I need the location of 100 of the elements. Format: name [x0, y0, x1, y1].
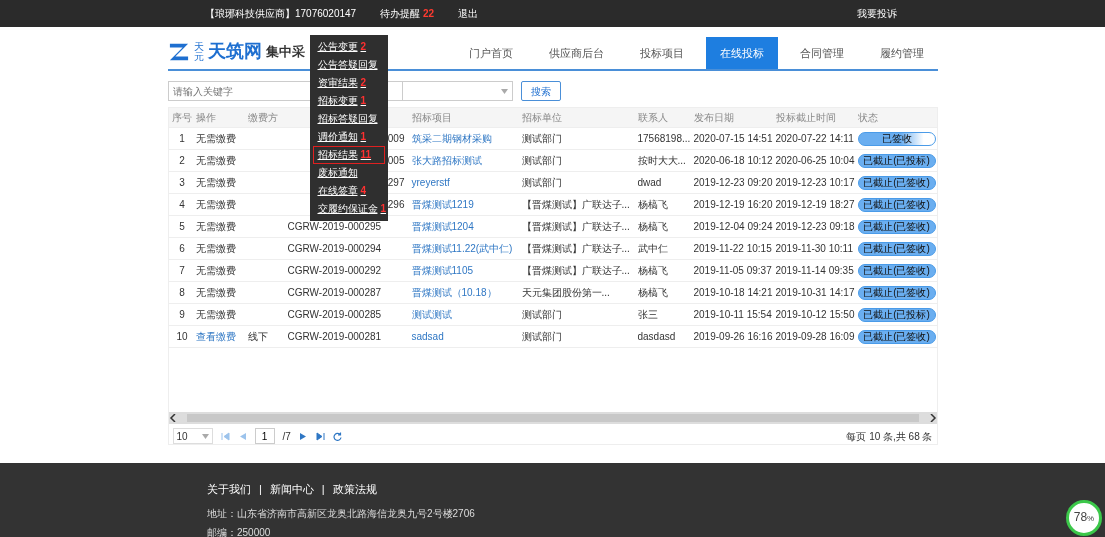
table-cell-text: 2019-11-05 09:37: [692, 264, 773, 278]
filter-select[interactable]: [402, 81, 513, 101]
caret-icon[interactable]: [201, 433, 209, 439]
nav-tab[interactable]: 履约管理: [865, 36, 938, 69]
table-cell-text: 按时大大...: [636, 154, 687, 168]
table-cell-text: 8: [178, 286, 186, 300]
table-cell: 009: [387, 133, 405, 144]
table-cell-text: 2019-11-30 10:11: [774, 242, 854, 256]
scroll-right-icon[interactable]: [928, 414, 937, 422]
table-cell-text: 测试部门: [520, 176, 563, 190]
refresh-icon[interactable]: [332, 431, 342, 441]
status-tag: 已签收: [857, 131, 936, 146]
table-cell-text: 2019-09-28 16:09: [774, 330, 855, 344]
project-link[interactable]: 张大路招标测试: [408, 153, 519, 168]
table-cell-text: 无需缴费: [194, 220, 237, 234]
table-cell-text: 17568198...: [636, 132, 691, 146]
table-cell-text: 2019-12-04 09:24: [692, 220, 773, 234]
address-text: 地址：山东省济南市高新区龙奥北路海信龙奥九号2号楼2706: [207, 506, 475, 521]
nav-tab[interactable]: 门户首页: [454, 36, 527, 69]
column-header: 操作: [195, 112, 216, 123]
menu-item[interactable]: 调价通知 1: [312, 128, 385, 146]
table-cell-text: 9: [178, 308, 186, 322]
footer-link[interactable]: 关于我们: [207, 481, 251, 498]
project-link[interactable]: sadsad: [408, 329, 519, 344]
table-cell-text: 【晋煤测试】广联达子...: [520, 264, 631, 278]
column-header: 招标项目: [411, 112, 452, 123]
project-link[interactable]: 晋煤测试11.22(武中仁): [408, 241, 519, 256]
table-cell-text: 3: [178, 176, 186, 190]
table-cell-text: 2020-06-25 10:04: [774, 154, 855, 168]
caret-icon[interactable]: [500, 88, 508, 94]
status-tag: 已截止(已投标): [857, 307, 936, 322]
table-cell-text: 测试部门: [520, 154, 563, 168]
menu-item[interactable]: 废标通知: [312, 164, 385, 182]
search-button[interactable]: 搜索: [520, 81, 561, 101]
table-cell-text: 2019-10-18 14:21: [692, 286, 773, 300]
project-link[interactable]: 晋煤测试（10.18）: [408, 285, 519, 300]
table-cell: 005: [387, 155, 405, 166]
todo-link[interactable]: 待办提醒 22: [380, 6, 435, 21]
footer-link[interactable]: 政策法规: [332, 481, 377, 498]
table-cell-text: 无需缴费: [194, 308, 237, 322]
table-cell-text: 2019-09-26 16:16: [692, 330, 773, 344]
table-cell-text: 2020-07-15 14:51: [692, 132, 773, 146]
table-cell-text: 无需缴费: [194, 198, 237, 212]
scroll-left-icon[interactable]: [168, 414, 177, 422]
table-cell-text: 2019-11-14 09:35: [774, 264, 855, 278]
menu-item[interactable]: 交履约保证金 1: [312, 200, 385, 218]
table-cell-text: 2019-10-31 14:17: [774, 286, 855, 300]
menu-item[interactable]: 招标结果 11: [312, 146, 385, 164]
status-tag: 已截止(已投标): [857, 153, 936, 168]
logout-link[interactable]: 退出: [458, 6, 479, 21]
table-cell-text: 测试部门: [520, 330, 563, 344]
column-header: 发布日期: [693, 112, 734, 123]
project-link[interactable]: 晋煤测试1204: [408, 219, 519, 234]
table-cell-text: 2019-10-12 15:50: [774, 308, 855, 322]
last-page-icon[interactable]: [315, 431, 325, 441]
table-cell-text: 武中仁: [636, 242, 669, 256]
table-cell-text: 2019-12-19 18:27: [774, 198, 855, 212]
project-link[interactable]: 晋煤测试1219: [408, 197, 519, 212]
logo-icon: [167, 41, 190, 62]
table-cell-text: 无需缴费: [194, 132, 237, 146]
column-header: 招标单位: [521, 112, 562, 123]
table-cell-text: 10: [175, 330, 189, 344]
footer-link[interactable]: 新闻中心: [269, 481, 314, 498]
menu-item[interactable]: 公告变更 2: [312, 38, 385, 56]
page-size-select[interactable]: 10: [172, 428, 213, 444]
table-cell-text: 2019-12-23 09:20: [692, 176, 773, 190]
project-link[interactable]: yreyerstf: [408, 175, 519, 190]
project-link[interactable]: 测试测试: [408, 307, 519, 322]
menu-item[interactable]: 公告答疑回复: [312, 56, 385, 74]
status-tag: 已截止(已签收): [857, 175, 936, 190]
nav-tab[interactable]: 投标项目: [625, 36, 698, 69]
column-header: 缴费方: [247, 112, 278, 123]
table-cell-text: 杨槁飞: [636, 286, 669, 300]
table-cell-text: 无需缴费: [194, 176, 237, 190]
table-cell-text: 2019-12-23 09:18: [774, 220, 855, 234]
menu-item[interactable]: 在线签章 4: [312, 182, 385, 200]
nav-tab[interactable]: 供应商后台: [534, 36, 618, 69]
logo-subtitle: 集中采: [265, 42, 305, 61]
menu-item[interactable]: 招标答疑回复: [312, 110, 385, 128]
complaint-link[interactable]: 我要投诉: [857, 6, 897, 21]
nav-tab[interactable]: 在线投标: [705, 36, 778, 69]
table-cell-text: 杨槁飞: [636, 220, 669, 234]
status-tag: 已截止(已签收): [857, 285, 936, 300]
status-tag: 已截止(已签收): [857, 219, 936, 234]
table-cell-text: 2: [178, 154, 186, 168]
project-link[interactable]: 晋煤测试1105: [408, 263, 519, 278]
payment-link[interactable]: 查看缴费: [192, 329, 245, 344]
logo-name: 天筑网: [207, 40, 262, 63]
page-field[interactable]: 1: [254, 428, 275, 444]
table-cell-text: 2019-12-23 10:17: [774, 176, 855, 190]
table-cell: 296: [387, 199, 405, 210]
previous-page-icon[interactable]: [237, 431, 247, 441]
table-cell-text: dasdasd: [636, 330, 677, 344]
page-total: /7: [282, 429, 291, 444]
project-link[interactable]: 筑采二期钢材采购: [408, 131, 519, 146]
next-page-icon[interactable]: [298, 431, 308, 441]
table-cell-text: 线下: [246, 330, 269, 344]
first-page-icon[interactable]: [220, 431, 230, 441]
nav-tab[interactable]: 合同管理: [785, 36, 858, 69]
table-cell-text: 1: [178, 132, 186, 146]
